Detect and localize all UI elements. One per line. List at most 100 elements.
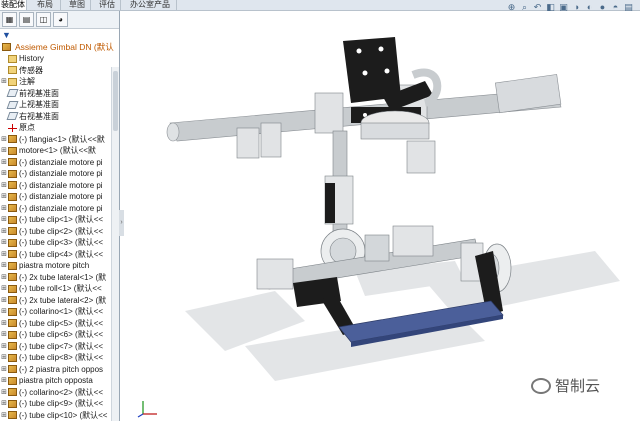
tree-item-label: piastra motore pitch <box>19 261 90 270</box>
tab-0[interactable]: 装配体 <box>0 0 27 10</box>
tree-item[interactable]: 上视基准面 <box>0 99 119 111</box>
tree-item[interactable]: ⊞ (-) distanziale motore pi <box>0 203 119 215</box>
tree-item-label: (-) tube clip<3> (默认<< <box>19 238 104 247</box>
expand-toggle[interactable]: ⊞ <box>0 168 8 180</box>
tree-item[interactable]: ⊞ (-) collarino<2> (默认<< <box>0 387 119 399</box>
expand-toggle[interactable]: ⊞ <box>0 398 8 410</box>
part-icon <box>8 399 17 408</box>
expand-toggle[interactable]: ⊞ <box>0 203 8 215</box>
expand-toggle[interactable]: ⊞ <box>0 249 8 261</box>
tree-item[interactable]: ⊞ (-) flangia<1> (默认<<默 <box>0 134 119 146</box>
tree-item[interactable]: ⊞ (-) tube clip<6> (默认<< <box>0 329 119 341</box>
scrollbar-thumb[interactable] <box>113 71 118 131</box>
tree-item-label: (-) tube clip<4> (默认<< <box>19 249 104 259</box>
expand-toggle[interactable]: ⊞ <box>0 237 8 249</box>
expand-toggle[interactable]: ⊞ <box>0 180 8 192</box>
filter-row[interactable]: ▼ <box>0 29 119 41</box>
gimbal-model <box>166 37 620 381</box>
configuration-manager-icon[interactable]: ◫ <box>36 12 51 27</box>
tree-item[interactable]: ⊞ (-) tube clip<3> (默认<< <box>0 237 119 249</box>
part-icon <box>8 353 17 362</box>
tree-item[interactable]: 传感器 <box>0 65 119 77</box>
tree-item[interactable]: ⊞ (-) tube clip<5> (默认<< <box>0 318 119 330</box>
expand-toggle[interactable]: ⊞ <box>0 76 8 88</box>
tree-item[interactable]: ⊞ (-) tube clip<4> (默认<< <box>0 249 119 261</box>
tree-item[interactable]: ⊞ (-) distanziale motore pi <box>0 191 119 203</box>
expand-toggle[interactable]: ⊞ <box>0 134 8 146</box>
display-manager-icon[interactable]: ◕ <box>53 12 68 27</box>
tree-item[interactable]: ⊞ (-) tube clip<9> (默认<< <box>0 398 119 410</box>
plane-icon <box>6 100 19 109</box>
expand-toggle[interactable]: ⊞ <box>0 145 8 157</box>
tab-4[interactable]: 办公室产品 <box>124 0 177 10</box>
expand-toggle[interactable]: ⊞ <box>0 306 8 318</box>
expand-toggle[interactable]: ⊞ <box>0 410 8 421</box>
expand-toggle[interactable]: ⊞ <box>0 318 8 330</box>
tree-item[interactable]: ⊞ 注解 <box>0 76 119 88</box>
expand-toggle[interactable]: ⊞ <box>0 329 8 341</box>
tree-item[interactable]: ⊞ (-) collarino<1> (默认<< <box>0 306 119 318</box>
part-icon <box>8 411 17 420</box>
tree-item[interactable]: ⊞ (-) tube clip<2> (默认<< <box>0 226 119 238</box>
tree-item[interactable]: 前视基准面 <box>0 88 119 100</box>
part-icon <box>8 273 17 282</box>
feature-manager-panel: ▦ ▤ ◫ ◕ ▼ Assieme Gimbal DN (默认 History 传感器 ⊞… <box>0 11 120 421</box>
expand-toggle[interactable]: ⊞ <box>0 341 8 353</box>
part-icon <box>8 376 17 385</box>
tree-item[interactable]: History <box>0 53 119 65</box>
part-icon <box>8 307 17 316</box>
tree-item-label: (-) tube clip<1> (默认<< <box>19 215 104 224</box>
expand-toggle[interactable]: ⊞ <box>0 375 8 387</box>
part-icon <box>8 365 17 374</box>
top-bracket <box>343 37 433 123</box>
part-icon <box>8 284 17 293</box>
tab-1[interactable]: 布局 <box>30 0 61 10</box>
orientation-triad <box>137 401 157 418</box>
tree-item[interactable]: 原点 <box>0 122 119 134</box>
tree-item[interactable]: ⊞ (-) 2x tube lateral<1> (默 <box>0 272 119 284</box>
feature-tree: History 传感器 ⊞ 注解 前视基准面 上视基准面 右视基准面 原点 ⊞ (-) flang… <box>0 53 119 421</box>
expand-toggle[interactable]: ⊞ <box>0 352 8 364</box>
expand-toggle[interactable]: ⊞ <box>0 387 8 399</box>
tree-item[interactable]: ⊞ (-) tube clip<8> (默认<< <box>0 352 119 364</box>
expand-toggle[interactable]: ⊞ <box>0 283 8 295</box>
tree-item[interactable]: ⊞ (-) distanziale motore pi <box>0 168 119 180</box>
tree-item-label: (-) tube clip<6> (默认<< <box>19 330 104 339</box>
graphics-viewport[interactable] <box>125 11 640 421</box>
tree-item[interactable]: ⊞ (-) tube roll<1> (默认<< <box>0 283 119 295</box>
tree-item[interactable]: ⊞ (-) 2 piastra pitch oppos <box>0 364 119 376</box>
tree-item[interactable]: ⊞ (-) tube clip<1> (默认<< <box>0 214 119 226</box>
expand-toggle[interactable]: ⊞ <box>0 295 8 307</box>
tree-item[interactable]: ⊞ (-) 2x tube lateral<2> (默 <box>0 295 119 307</box>
tree-item-label: 传感器 <box>19 65 43 75</box>
tree-item[interactable]: ⊞ piastra motore pitch <box>0 260 119 272</box>
tree-item-label: (-) tube clip<5> (默认<< <box>19 318 104 328</box>
expand-toggle[interactable]: ⊞ <box>0 272 8 284</box>
part-icon <box>8 296 17 305</box>
tab-3[interactable]: 评估 <box>94 0 121 10</box>
expand-toggle[interactable]: ⊞ <box>0 226 8 238</box>
part-icon <box>8 181 17 190</box>
assembly-icon <box>2 43 11 51</box>
expand-toggle[interactable]: ⊞ <box>0 214 8 226</box>
property-manager-icon[interactable]: ▤ <box>19 12 34 27</box>
tree-item[interactable]: 右视基准面 <box>0 111 119 123</box>
tree-item[interactable]: ⊞ piastra pitch opposta <box>0 375 119 387</box>
expand-toggle[interactable]: ⊞ <box>0 157 8 169</box>
panel-splitter[interactable]: › <box>119 210 124 236</box>
feature-manager-icon[interactable]: ▦ <box>2 12 17 27</box>
expand-toggle[interactable]: ⊞ <box>0 364 8 376</box>
tree-root-assembly[interactable]: Assieme Gimbal DN (默认 <box>0 41 119 53</box>
filter-icon[interactable]: ▼ <box>2 30 11 40</box>
tree-item-label: (-) 2x tube lateral<2> (默 <box>19 295 107 305</box>
tree-scrollbar[interactable] <box>111 67 119 421</box>
tab-2[interactable]: 草图 <box>64 0 91 10</box>
tree-item-label: (-) distanziale motore pi <box>19 169 103 178</box>
tree-item[interactable]: ⊞ (-) tube clip<7> (默认<< <box>0 341 119 353</box>
tree-item[interactable]: ⊞ (-) distanziale motore pi <box>0 157 119 169</box>
tree-item[interactable]: ⊞ (-) distanziale motore pi <box>0 180 119 192</box>
expand-toggle[interactable]: ⊞ <box>0 191 8 203</box>
expand-toggle[interactable]: ⊞ <box>0 260 8 272</box>
tree-item[interactable]: ⊞ motore<1> (默认<<默 <box>0 145 119 157</box>
tree-item[interactable]: ⊞ (-) tube clip<10> (默认<< <box>0 410 119 421</box>
